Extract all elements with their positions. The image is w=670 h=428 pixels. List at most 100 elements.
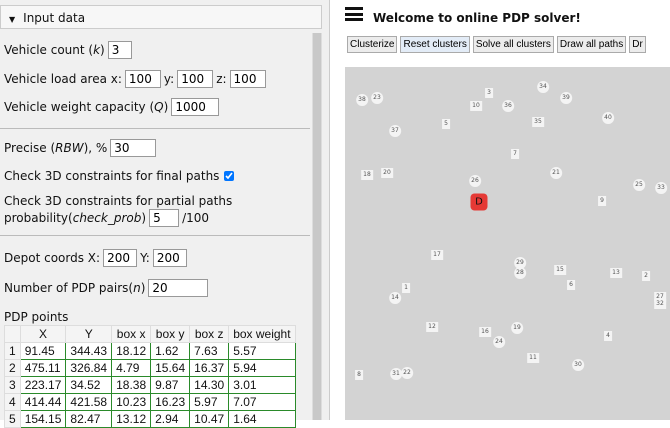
pickup-point-marker[interactable]: 16 <box>479 327 491 337</box>
pickup-point-marker[interactable]: 2 <box>642 271 650 281</box>
pickup-point-marker[interactable]: 35 <box>532 117 544 127</box>
label: ) <box>140 281 146 295</box>
table-cell[interactable]: 10.47 <box>189 410 230 428</box>
delivery-point-marker[interactable]: 28 <box>514 267 526 279</box>
table-cell[interactable]: 421.58 <box>65 393 113 411</box>
clusterize-button[interactable]: Clusterize <box>347 36 398 53</box>
pickup-point-marker[interactable]: 17 <box>431 250 443 260</box>
load-y-input[interactable] <box>177 70 214 88</box>
load-z-input[interactable] <box>229 70 266 88</box>
check-final-row: Check 3D constraints for final paths <box>4 168 237 184</box>
table-cell[interactable]: 414.44 <box>19 393 67 411</box>
table-cell[interactable]: 1.62 <box>150 342 191 360</box>
table-cell[interactable]: 5.57 <box>228 342 296 360</box>
pickup-point-marker[interactable]: 1 <box>402 283 410 293</box>
pickup-point-marker[interactable]: 7 <box>511 149 519 159</box>
depot-marker[interactable]: D <box>470 193 488 211</box>
pickup-point-marker[interactable]: 15 <box>554 265 566 275</box>
pickup-point-marker[interactable]: 13 <box>610 268 622 278</box>
draw-all-paths-button[interactable]: Draw all paths <box>556 36 627 53</box>
delivery-point-marker[interactable]: 33 <box>655 182 667 194</box>
page-title: Welcome to online PDP solver! <box>373 11 581 25</box>
delivery-point-marker[interactable]: 25 <box>633 179 645 191</box>
table-cell[interactable]: 7.63 <box>189 342 230 360</box>
pickup-point-marker[interactable]: 3 <box>485 88 493 98</box>
depot-y-input[interactable] <box>152 249 187 267</box>
table-cell[interactable]: 1.64 <box>228 410 296 428</box>
pickup-point-marker[interactable]: 18 <box>361 170 373 180</box>
delivery-point-marker[interactable]: 26 <box>469 175 481 187</box>
pickup-point-marker[interactable]: 8 <box>355 370 363 380</box>
table-cell[interactable]: 154.15 <box>19 410 67 428</box>
check-final-checkbox[interactable] <box>224 171 235 181</box>
label: Vehicle weight capacity ( <box>4 100 155 114</box>
pickup-point-marker[interactable]: 5 <box>442 119 450 129</box>
input-data-header[interactable]: ▼ Input data <box>0 5 322 29</box>
pickup-point-marker[interactable]: 10 <box>470 101 482 111</box>
depot-row: Depot coords X: Y: <box>4 249 190 267</box>
table-cell[interactable]: 10.23 <box>111 393 152 411</box>
precise-input[interactable] <box>110 139 157 157</box>
table-cell[interactable]: 18.12 <box>111 342 152 360</box>
pickup-point-marker[interactable]: 12 <box>426 322 438 332</box>
solve-all-clusters-button[interactable]: Solve all clusters <box>472 36 554 53</box>
prob-input[interactable] <box>149 209 180 227</box>
table-cell[interactable]: 9.87 <box>150 376 191 394</box>
delivery-point-marker[interactable]: 14 <box>389 292 401 304</box>
scrollbar[interactable] <box>312 33 322 420</box>
pickup-point-marker[interactable]: 4 <box>604 331 612 341</box>
table-cell[interactable]: 5.94 <box>228 359 296 377</box>
table-cell[interactable]: 16.23 <box>150 393 191 411</box>
table-cell[interactable]: 14.30 <box>189 376 230 394</box>
table-cell[interactable]: 326.84 <box>65 359 113 377</box>
delivery-point-marker[interactable]: 22 <box>401 367 413 379</box>
table-cell[interactable]: 18.38 <box>111 376 152 394</box>
draw-button[interactable]: Dr <box>629 36 646 53</box>
depot-x-input[interactable] <box>103 249 138 267</box>
table-cell[interactable]: 223.17 <box>19 376 67 394</box>
reset-clusters-button[interactable]: Reset clusters <box>400 36 470 53</box>
table-cell[interactable]: 15.64 <box>150 359 191 377</box>
delivery-point-marker[interactable]: 31 <box>390 368 402 380</box>
table-cell[interactable]: 34.52 <box>65 376 113 394</box>
table-cell[interactable]: 5.97 <box>189 393 230 411</box>
label: Vehicle count ( <box>4 43 94 57</box>
delivery-point-marker[interactable]: 39 <box>560 92 572 104</box>
delivery-point-marker[interactable]: 36 <box>502 100 514 112</box>
table-cell[interactable]: 344.43 <box>65 342 113 360</box>
delivery-point-marker[interactable]: 38 <box>356 94 368 106</box>
pickup-point-marker[interactable]: 9 <box>598 196 606 206</box>
load-x-input[interactable] <box>124 70 161 88</box>
scrollbar-thumb[interactable] <box>313 33 321 420</box>
delivery-point-marker[interactable]: 40 <box>602 112 614 124</box>
vehicle-count-input[interactable] <box>107 41 132 59</box>
pickup-point-marker[interactable]: 6 <box>567 280 575 290</box>
load-area-row: Vehicle load area x: y: z: <box>4 70 269 88</box>
weight-input[interactable] <box>171 98 220 116</box>
map-canvas[interactable]: D 38 23 3 10 36 34 39 5 35 40 37 7 18 20 26 21 25 33 9 17 29… <box>345 67 670 420</box>
table-cell[interactable]: 2.94 <box>150 410 191 428</box>
hamburger-menu-icon[interactable] <box>345 7 363 21</box>
delivery-point-marker[interactable]: 23 <box>371 92 383 104</box>
pairs-stepper[interactable] <box>148 279 209 297</box>
table-cell[interactable]: 3.01 <box>228 376 296 394</box>
table-cell[interactable]: 13.12 <box>111 410 152 428</box>
table-cell[interactable]: 91.45 <box>19 342 67 360</box>
delivery-point-marker[interactable]: 30 <box>572 359 584 371</box>
delivery-point-marker[interactable]: 24 <box>493 336 505 348</box>
table-cell[interactable]: 475.11 <box>19 359 67 377</box>
table-cell[interactable]: 7.07 <box>228 393 296 411</box>
column-header: box weight <box>228 325 296 343</box>
delivery-point-marker[interactable]: 34 <box>537 81 549 93</box>
column-header: box x <box>111 325 152 343</box>
delivery-point-marker[interactable]: 21 <box>550 167 562 179</box>
pickup-point-marker[interactable]: 32 <box>654 299 666 309</box>
delivery-point-marker[interactable]: 37 <box>389 125 401 137</box>
table-cell[interactable]: 82.47 <box>65 410 113 428</box>
delivery-point-marker[interactable]: 19 <box>511 322 523 334</box>
pickup-point-marker[interactable]: 11 <box>527 353 539 363</box>
table-cell[interactable]: 4.79 <box>111 359 152 377</box>
column-header: box z <box>189 325 230 343</box>
table-cell[interactable]: 16.37 <box>189 359 230 377</box>
pickup-point-marker[interactable]: 20 <box>381 168 393 178</box>
